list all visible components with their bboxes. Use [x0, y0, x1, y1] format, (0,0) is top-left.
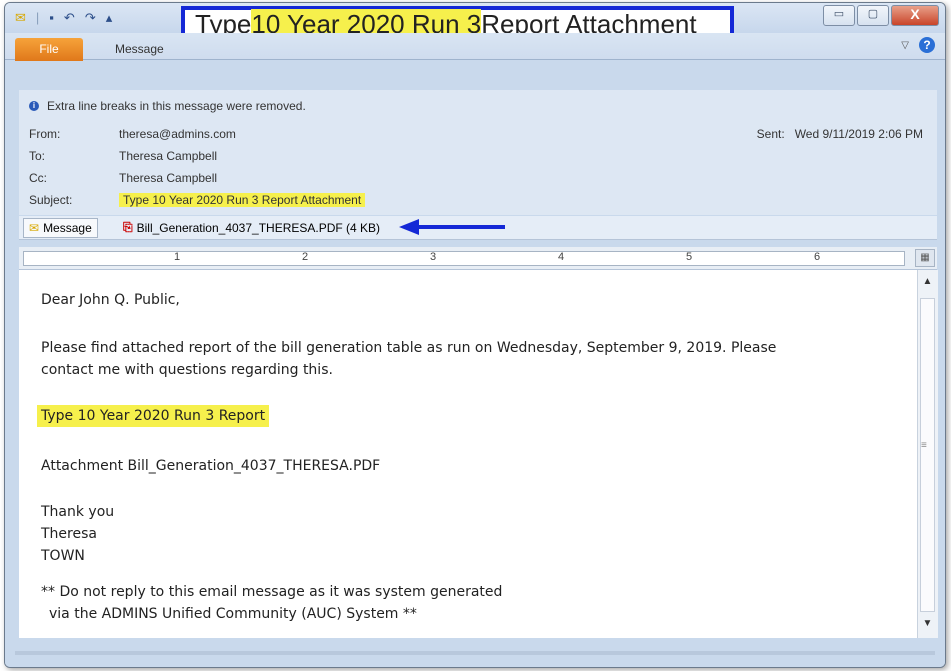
cc-row: Cc: Theresa Campbell — [29, 171, 217, 185]
minimize-button[interactable]: ▭ — [823, 5, 855, 26]
message-header: i Extra line breaks in this message were… — [19, 90, 937, 215]
close-button[interactable]: X — [891, 5, 939, 26]
from-value[interactable]: theresa@admins.com — [119, 127, 236, 141]
message-view-button[interactable]: ✉ Message — [23, 218, 98, 238]
signature-name: Theresa — [41, 526, 97, 542]
highlighted-report-title: Type 10 Year 2020 Run 3 Report — [37, 405, 270, 427]
subject-row: Subject: Type 10 Year 2020 Run 3 Report … — [29, 193, 366, 207]
footer-note-1: ** Do not reply to this email message as… — [41, 584, 503, 600]
vertical-scrollbar[interactable]: ▲ ≡ ▼ — [917, 270, 938, 638]
minimize-ribbon-icon[interactable]: ▽ — [901, 40, 909, 51]
redo-icon[interactable]: ↷ — [85, 11, 96, 25]
scroll-down-icon[interactable]: ▼ — [921, 618, 934, 630]
sent-row: Sent: Wed 9/11/2019 2:06 PM — [757, 127, 923, 141]
to-label: To: — [29, 149, 46, 163]
scroll-up-icon[interactable]: ▲ — [921, 276, 934, 288]
title-bar: ✉ | ▪ ↶ ↷ ▴ Type 10 Year 2020 Run 3 Repo… — [5, 3, 945, 42]
ribbon-right-controls: ▽ ? — [901, 37, 935, 53]
sent-label: Sent: — [756, 127, 785, 141]
window-controls: ▭ ▢ X — [823, 5, 939, 26]
signature-org: TOWN — [41, 548, 85, 564]
toolbar-separator: | — [35, 10, 40, 25]
annotation-arrow-icon — [399, 219, 505, 235]
info-bar[interactable]: i Extra line breaks in this message were… — [29, 99, 306, 113]
scroll-thumb[interactable] — [920, 298, 935, 612]
ruler-number: 1 — [174, 251, 181, 263]
attachment-strip: ✉ Message ⎘ Bill_Generation_4037_THERESA… — [19, 216, 937, 240]
quick-access-toolbar: ✉ | ▪ ↶ ↷ ▴ — [15, 11, 112, 25]
subject-value: Type 10 Year 2020 Run 3 Report Attachmen… — [119, 193, 366, 207]
view-ruler-icon[interactable]: ▦ — [915, 249, 935, 267]
sent-value: Wed 9/11/2019 2:06 PM — [794, 127, 923, 141]
tab-message[interactable]: Message — [115, 42, 164, 56]
ruler-number: 6 — [814, 251, 821, 263]
ruler-number: 5 — [686, 251, 693, 263]
to-row: To: Theresa Campbell — [29, 149, 217, 163]
window-footer — [5, 643, 945, 667]
tab-file[interactable]: File — [15, 38, 83, 61]
ruler-track: 1 2 3 4 5 6 — [23, 251, 905, 266]
from-row: From: theresa@admins.com — [29, 127, 236, 141]
cc-label: Cc: — [29, 171, 47, 185]
body-line-2: contact me with questions regarding this… — [41, 362, 333, 378]
mail-icon: ✉ — [15, 10, 26, 25]
thanks: Thank you — [41, 504, 115, 520]
ruler: 1 2 3 4 5 6 ▦ — [19, 247, 937, 270]
cc-value[interactable]: Theresa Campbell — [119, 171, 217, 185]
ribbon: File Message ▽ ? — [5, 33, 945, 61]
undo-icon[interactable]: ↶ — [64, 11, 75, 25]
envelope-icon: ✉ — [29, 221, 40, 235]
subject-label: Subject: — [29, 193, 73, 207]
scroll-grip-icon: ≡ — [921, 440, 927, 451]
help-icon[interactable]: ? — [919, 37, 935, 53]
attachment-file[interactable]: ⎘ Bill_Generation_4037_THERESA.PDF (4 KB… — [123, 220, 380, 235]
ruler-number: 4 — [558, 251, 565, 263]
message-body: Dear John Q. Public, Please find attache… — [19, 270, 917, 638]
attachment-line: Attachment Bill_Generation_4037_THERESA.… — [41, 458, 381, 474]
info-text: Extra line breaks in this message were r… — [47, 99, 306, 113]
to-value[interactable]: Theresa Campbell — [119, 149, 217, 163]
info-icon: i — [29, 101, 39, 111]
ruler-number: 3 — [430, 251, 437, 263]
ruler-number: 2 — [302, 251, 309, 263]
message-button-label: Message — [43, 221, 92, 235]
save-icon[interactable]: ▪ — [49, 11, 54, 25]
footer-note-2: via the ADMINS Unified Community (AUC) S… — [49, 606, 417, 622]
outlook-message-window: ✉ | ▪ ↶ ↷ ▴ Type 10 Year 2020 Run 3 Repo… — [4, 2, 946, 668]
maximize-button[interactable]: ▢ — [857, 5, 889, 26]
greeting: Dear John Q. Public, — [41, 292, 180, 308]
footer-divider — [15, 651, 935, 655]
body-line-1: Please find attached report of the bill … — [41, 340, 777, 356]
pdf-icon: ⎘ — [123, 220, 133, 234]
attachment-file-label: Bill_Generation_4037_THERESA.PDF (4 KB) — [136, 220, 381, 235]
up-arrow-icon[interactable]: ▴ — [106, 11, 113, 25]
from-label: From: — [29, 127, 61, 141]
